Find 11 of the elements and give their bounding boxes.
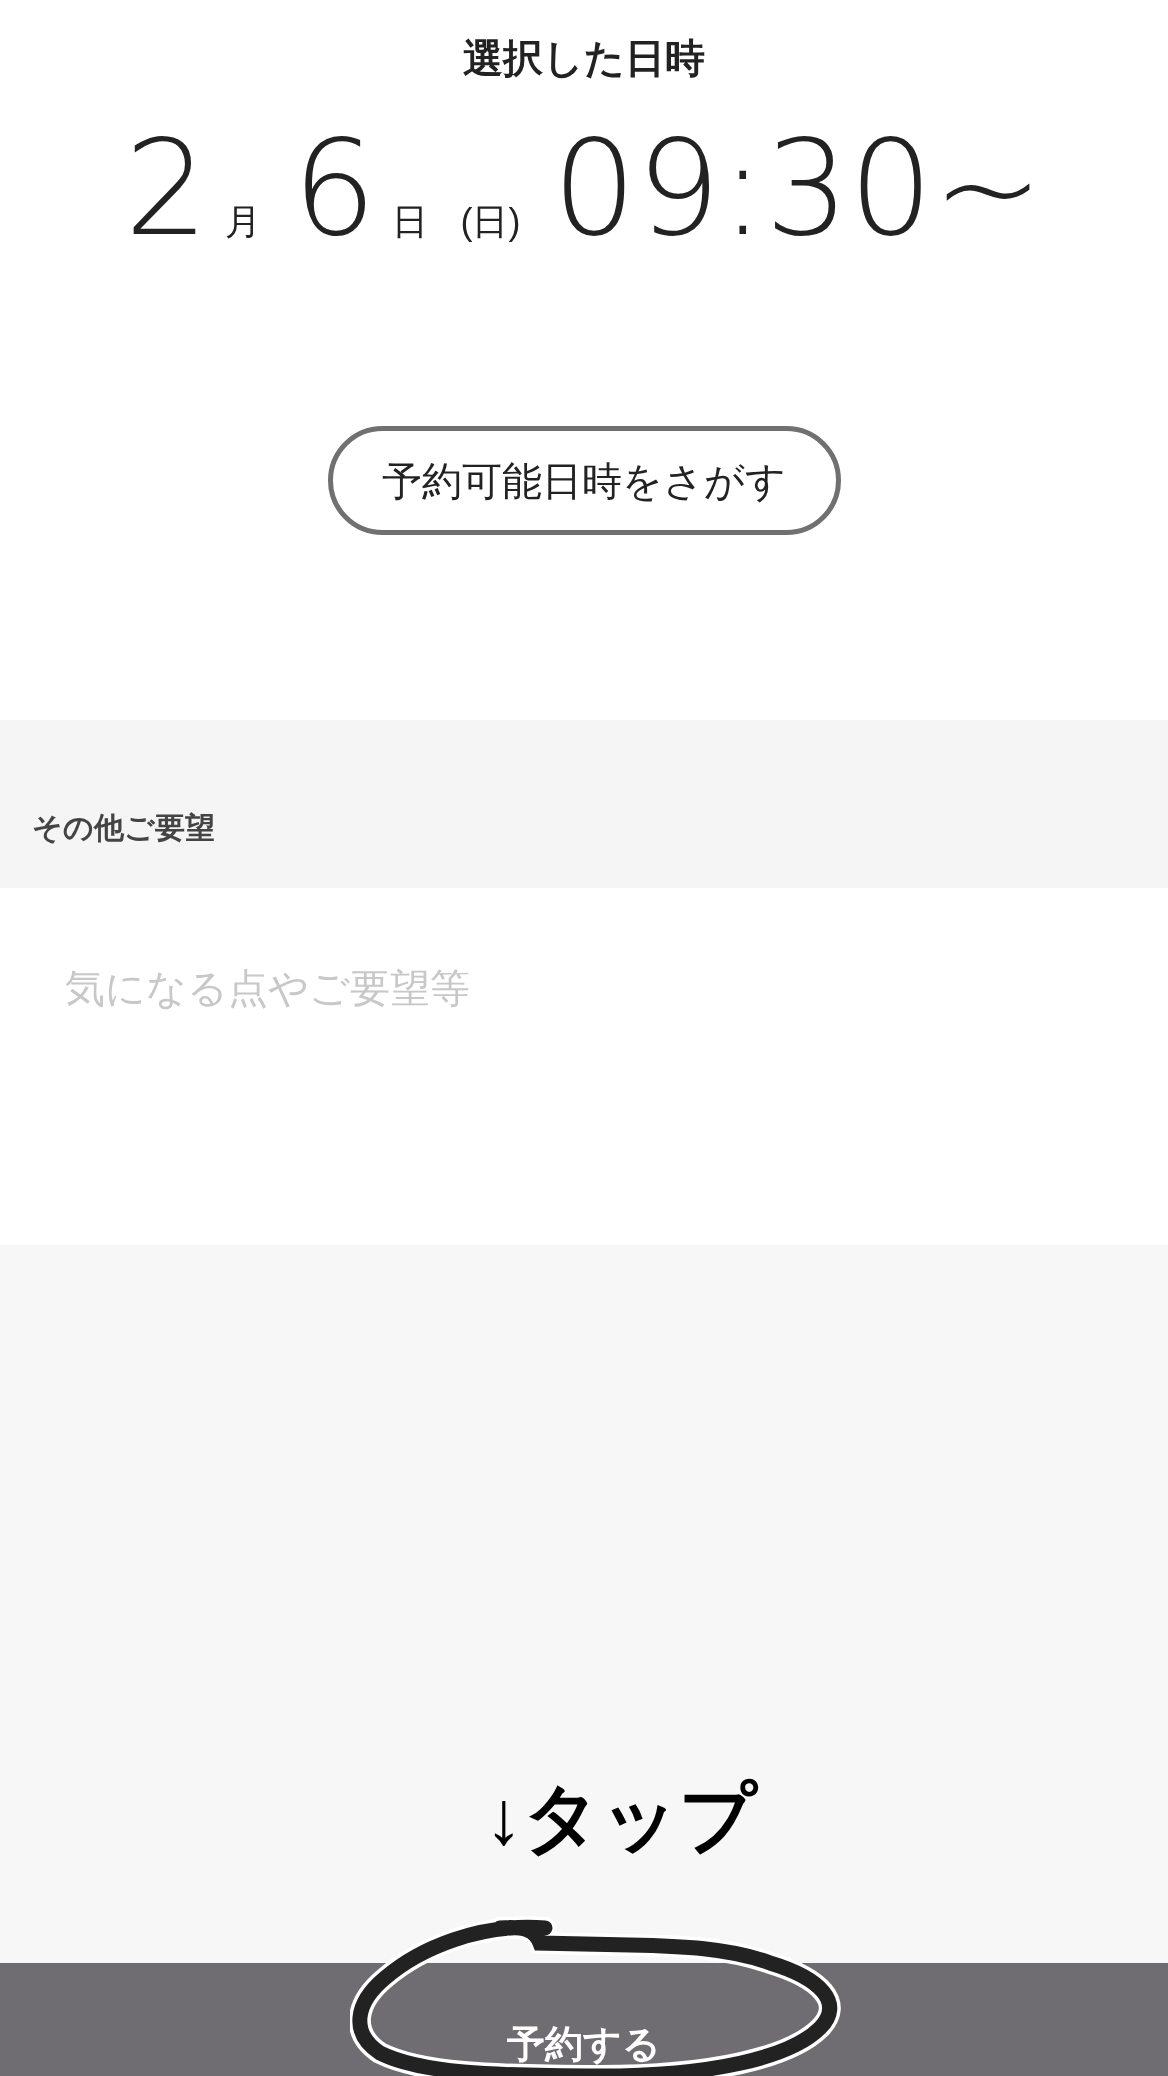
reserve-button[interactable]: 予約する bbox=[507, 1966, 661, 2073]
time: 09:30~ bbox=[552, 122, 1044, 254]
weekday: (日) bbox=[460, 204, 521, 240]
section-heading: 選択した日時 bbox=[463, 38, 705, 78]
search-dates-button[interactable]: 予約可能日時をさがす bbox=[327, 426, 841, 535]
day-unit: 日 bbox=[392, 204, 429, 240]
month-number: 2 bbox=[124, 122, 209, 254]
field-label: その他ご要望 bbox=[32, 810, 215, 846]
annotation-text: ↓タップ bbox=[485, 1780, 757, 1856]
day-number: 6 bbox=[292, 122, 377, 254]
month-unit: 月 bbox=[224, 204, 261, 240]
